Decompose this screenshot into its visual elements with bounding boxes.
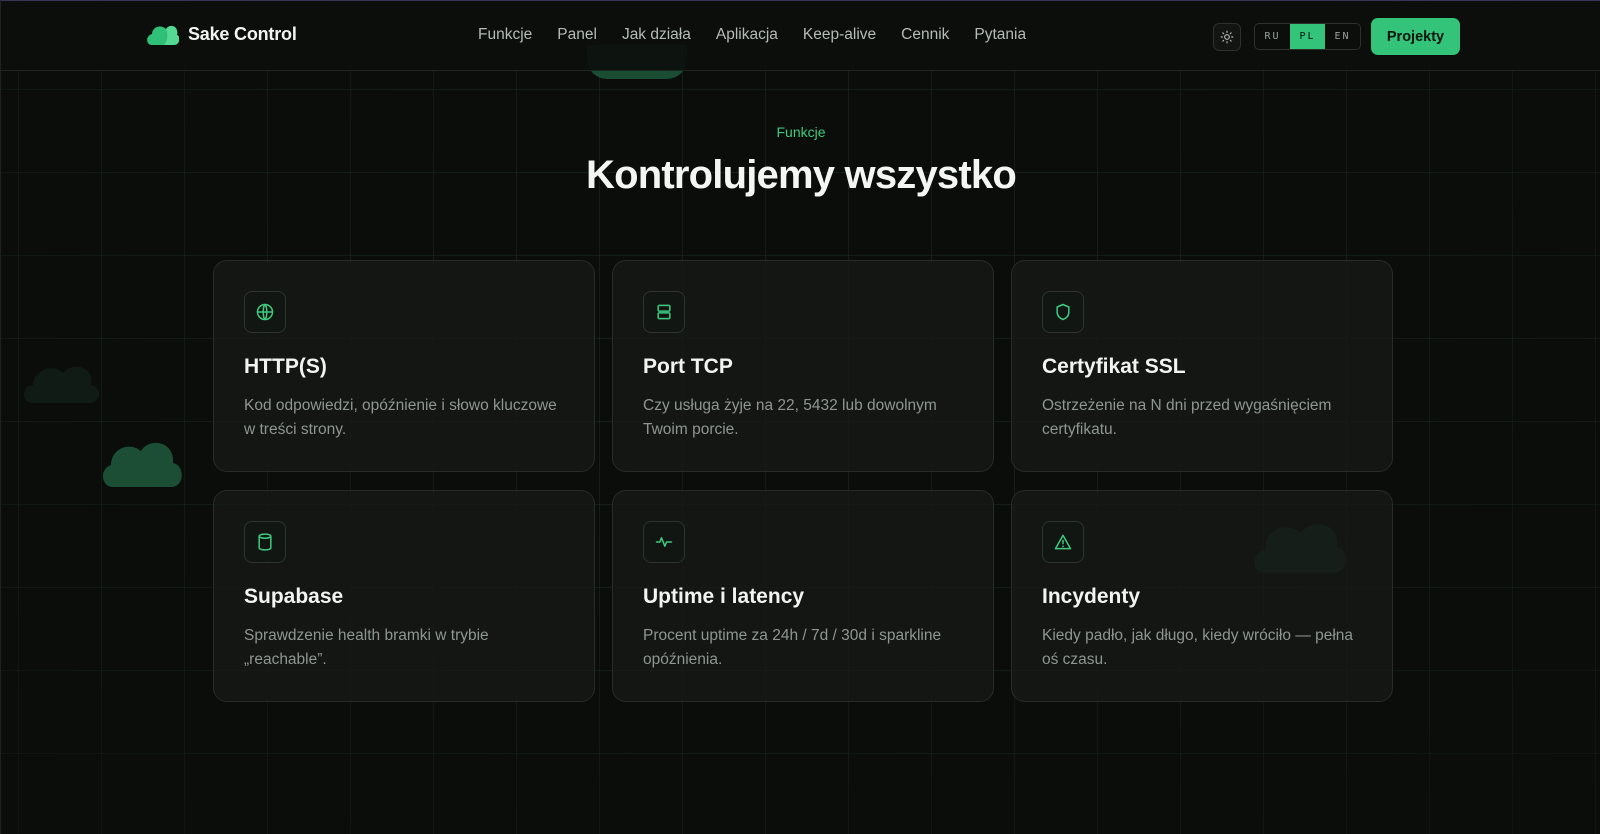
feature-desc: Sprawdzenie health bramki w trybie „reac… [244,627,489,668]
feature-title: Supabase [244,585,344,608]
lang-option-pl[interactable]: PL [1290,24,1325,49]
feature-title: Uptime i latency [643,585,805,608]
feature-card-uptime: Uptime i latency Procent uptime za 24h /… [612,490,994,702]
feature-desc: Ostrzeżenie na N dni przed wygaśnięciem … [1042,397,1332,438]
nav-link-cennik[interactable]: Cennik [901,26,949,44]
nav-link-panel[interactable]: Panel [557,26,597,44]
nav-link-funkcje[interactable]: Funkcje [478,26,532,44]
site-header: Sake Control Funkcje Panel Jak działa Ap… [1,1,1600,71]
alert-triangle-icon [1054,534,1072,550]
feature-title: Certyfikat SSL [1042,355,1186,378]
feature-card-incidents: Incydenty Kiedy padło, jak długo, kiedy … [1011,490,1393,702]
feature-title: HTTP(S) [244,355,327,378]
feature-card-supabase: Supabase Sprawdzenie health bramki w try… [213,490,595,702]
feature-card-ssl: Certyfikat SSL Ostrzeżenie na N dni prze… [1011,260,1393,472]
language-switcher: RU PL EN [1254,23,1361,50]
nav-link-jak-dziala[interactable]: Jak działa [622,26,691,44]
feature-desc: Czy usługa żyje na 22, 5432 lub dowolnym… [643,397,937,438]
brand-name: Sake Control [188,23,297,44]
nav-link-aplikacja[interactable]: Aplikacja [716,26,778,44]
feature-desc: Kiedy padło, jak długo, kiedy wróciło — … [1042,627,1354,668]
main-nav: Funkcje Panel Jak działa Aplikacja Keep-… [478,26,1051,44]
server-icon [657,304,671,320]
globe-icon [256,303,274,321]
shield-icon [1056,303,1070,321]
section-kicker: Funkcje [776,124,826,140]
page: Sake Control Funkcje Panel Jak działa Ap… [0,0,1600,834]
sun-icon [1220,30,1234,44]
feature-title: Incydenty [1042,585,1141,608]
feature-title: Port TCP [643,355,733,378]
lang-option-en[interactable]: EN [1325,24,1360,49]
cloud-decoration-faint-left [24,366,100,403]
feature-card-http: HTTP(S) Kod odpowiedzi, opóźnienie i sło… [213,260,595,472]
projects-button[interactable]: Projekty [1371,18,1460,55]
feature-desc: Kod odpowiedzi, opóźnienie i słowo klucz… [244,397,557,438]
theme-toggle-button[interactable] [1213,23,1241,51]
cloud-decoration-left [102,442,182,487]
activity-icon [655,537,673,547]
database-icon [258,533,272,551]
brand[interactable]: Sake Control [146,23,297,45]
nav-link-keep-alive[interactable]: Keep-alive [803,26,876,44]
feature-desc: Procent uptime za 24h / 7d / 30d i spark… [643,627,942,668]
section-title: Kontrolujemy wszystko [586,153,1017,197]
features-grid: HTTP(S) Kod odpowiedzi, opóźnienie i sło… [213,260,1393,702]
cloud-logo-icon [147,25,179,45]
nav-link-pytania[interactable]: Pytania [974,26,1026,44]
feature-card-tcp: Port TCP Czy usługa żyje na 22, 5432 lub… [612,260,994,472]
lang-option-ru[interactable]: RU [1255,24,1290,49]
